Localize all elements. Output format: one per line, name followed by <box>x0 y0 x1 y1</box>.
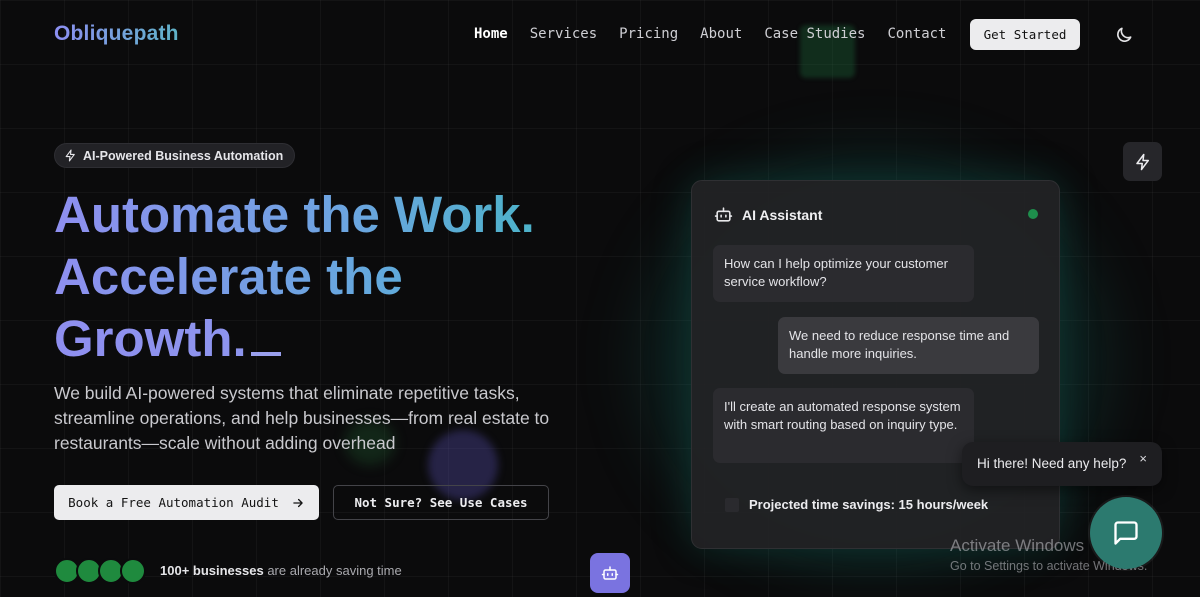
chat-message-ai: I'll create an automated response system… <box>713 388 974 463</box>
time-savings: Projected time savings: 15 hours/week <box>725 497 988 512</box>
hero-subtext: We build AI-powered systems that elimina… <box>54 383 550 453</box>
customer-avatars <box>54 558 146 584</box>
nav-about[interactable]: About <box>700 26 742 42</box>
chat-open-button[interactable] <box>1090 497 1162 569</box>
main-nav: Home Services Pricing About Case Studies… <box>474 26 947 42</box>
nav-contact[interactable]: Contact <box>887 26 946 42</box>
nav-case-studies[interactable]: Case Studies <box>764 26 865 42</box>
get-started-button[interactable]: Get Started <box>970 19 1080 50</box>
chat-tooltip-text: Hi there! Need any help? <box>977 456 1127 471</box>
robot-icon <box>714 207 733 222</box>
headline-line-3-text: Growth. <box>54 310 247 367</box>
logo[interactable]: Obliquepath <box>54 22 179 46</box>
headline-line-2: Accelerate the <box>54 246 614 308</box>
chat-tooltip[interactable]: Hi there! Need any help? × <box>962 442 1162 486</box>
robot-icon <box>601 566 619 580</box>
chat-message-ai: How can I help optimize your customer se… <box>713 245 974 302</box>
hero-badge-text: AI-Powered Business Automation <box>83 148 284 163</box>
arrow-right-icon <box>293 498 303 507</box>
ai-card-title: AI Assistant <box>742 206 823 223</box>
clock-icon <box>725 497 739 512</box>
moon-icon <box>1117 27 1132 42</box>
see-use-cases-button[interactable]: Not Sure? See Use Cases <box>333 485 549 520</box>
hero-badge: AI-Powered Business Automation <box>54 143 296 168</box>
bolt-button[interactable] <box>1123 142 1162 181</box>
robot-fab-button[interactable] <box>590 553 630 593</box>
nav-pricing[interactable]: Pricing <box>619 26 678 42</box>
online-status-dot <box>1028 209 1038 219</box>
ai-assistant-card: AI Assistant How can I help optimize you… <box>691 180 1060 549</box>
theme-toggle-button[interactable] <box>1114 25 1134 45</box>
chat-message-user: We need to reduce response time and hand… <box>778 317 1039 374</box>
headline-line-3: Growth. <box>54 308 614 370</box>
ai-card-header: AI Assistant <box>714 205 822 224</box>
time-savings-text: Projected time savings: 15 hours/week <box>749 497 989 512</box>
close-icon[interactable]: × <box>1139 451 1147 466</box>
nav-services[interactable]: Services <box>530 26 597 42</box>
nav-home[interactable]: Home <box>474 26 508 42</box>
bolt-icon <box>65 149 75 162</box>
typing-cursor <box>250 352 281 356</box>
social-proof-rest: are already saving time <box>263 563 402 578</box>
bolt-icon <box>1135 153 1149 170</box>
book-audit-button[interactable]: Book a Free Automation Audit <box>54 485 319 520</box>
avatar <box>120 558 146 584</box>
social-proof-count: 100+ businesses <box>160 563 264 578</box>
message-square-icon <box>1114 521 1138 545</box>
hero-headline: Automate the Work. Accelerate the Growth… <box>54 184 614 370</box>
book-audit-label: Book a Free Automation Audit <box>68 495 279 510</box>
headline-line-1: Automate the Work. <box>54 184 614 246</box>
social-proof-text: 100+ businesses are already saving time <box>160 563 402 578</box>
